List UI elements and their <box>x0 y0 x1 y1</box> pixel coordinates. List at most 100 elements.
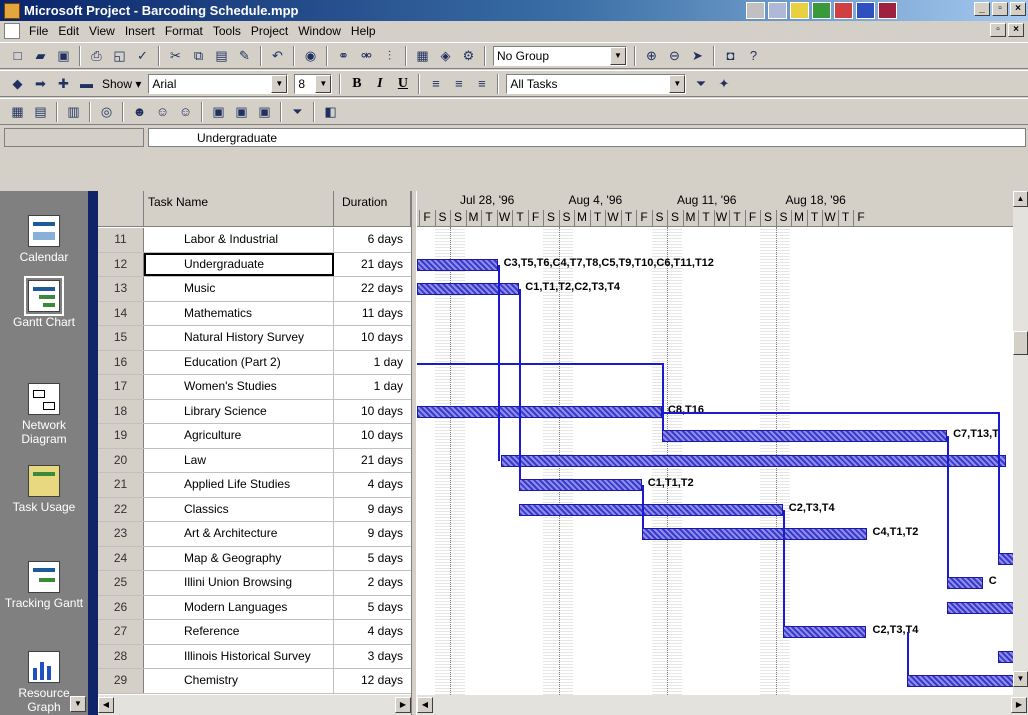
duration-cell[interactable]: 9 days <box>334 522 411 546</box>
view-network-diagram[interactable]: Network Diagram <box>0 383 88 446</box>
menu-insert[interactable]: Insert <box>120 24 160 38</box>
assign-resources-icon[interactable]: ⚙ <box>457 45 480 67</box>
task-row[interactable]: 12 Undergraduate 21 days <box>98 252 411 277</box>
row-id[interactable]: 12 <box>98 252 144 276</box>
resource-share-icon[interactable]: ☺ <box>151 101 174 123</box>
form-icon[interactable]: ▤ <box>29 101 52 123</box>
duration-cell[interactable]: 4 days <box>334 473 411 497</box>
task-row[interactable]: 20 Law 21 days <box>98 448 411 473</box>
gantt-horizontal-scrollbar[interactable]: ◀ ▶ <box>417 695 1028 715</box>
task-name-cell[interactable]: Applied Life Studies <box>144 473 334 497</box>
task-row[interactable]: 16 Education (Part 2) 1 day <box>98 350 411 375</box>
zoom-in-icon[interactable]: ⊕ <box>640 45 663 67</box>
gantt-bar[interactable] <box>500 454 1006 467</box>
task-name-cell[interactable]: Modern Languages <box>144 595 334 619</box>
app-icon[interactable] <box>834 2 853 19</box>
table-icon[interactable]: ▦ <box>6 101 29 123</box>
view-tracking-gantt[interactable]: Tracking Gantt <box>0 561 88 610</box>
task-information-icon[interactable]: ▦ <box>411 45 434 67</box>
gantt-bar[interactable] <box>906 675 1013 687</box>
duration-cell[interactable]: 6 days <box>334 228 411 252</box>
vertical-scrollbar[interactable]: ▲ ▼ <box>1013 191 1028 695</box>
scroll-up-button[interactable]: ▲ <box>1013 191 1028 207</box>
gantt-bar[interactable] <box>417 258 498 271</box>
scroll-left-button[interactable]: ◀ <box>417 697 433 713</box>
task-row[interactable]: 24 Map & Geography 5 days <box>98 546 411 571</box>
restore-button[interactable]: ▫ <box>992 2 1008 16</box>
filter-icon[interactable]: ⏷ <box>286 101 309 123</box>
duration-cell[interactable]: 11 days <box>334 302 411 326</box>
duration-cell[interactable]: 1 day <box>334 375 411 399</box>
task-row[interactable]: 26 Modern Languages 5 days <box>98 595 411 620</box>
gantt-bar[interactable] <box>519 479 642 491</box>
row-id[interactable]: 25 <box>98 571 144 595</box>
duration-cell[interactable]: 21 days <box>334 449 411 473</box>
outdent-icon[interactable]: ◆ <box>6 73 29 95</box>
align-left-icon[interactable]: ≡ <box>424 73 447 95</box>
row-id[interactable]: 22 <box>98 497 144 521</box>
chart-icon[interactable]: ▥ <box>62 101 85 123</box>
task-name-cell[interactable]: Library Science <box>144 399 334 423</box>
task-name-cell[interactable]: Reference <box>144 620 334 644</box>
task-row[interactable]: 15 Natural History Survey 10 days <box>98 326 411 351</box>
task-row[interactable]: 22 Classics 9 days <box>98 497 411 522</box>
gantt-bar[interactable] <box>417 283 520 295</box>
clear-cells-icon[interactable]: ▣ <box>253 101 276 123</box>
duration-cell[interactable]: 10 days <box>334 400 411 424</box>
task-name-cell[interactable]: Labor & Industrial <box>144 228 334 252</box>
task-name-cell[interactable]: Women's Studies <box>144 375 334 399</box>
duration-cell[interactable]: 9 days <box>334 498 411 522</box>
new-icon[interactable]: □ <box>6 45 29 67</box>
task-row[interactable]: 14 Mathematics 11 days <box>98 301 411 326</box>
view-task-usage[interactable]: Task Usage <box>0 465 88 514</box>
task-row[interactable]: 28 Illinois Historical Survey 3 days <box>98 644 411 669</box>
scroll-right-button[interactable]: ▶ <box>395 697 411 713</box>
resource-pool-icon[interactable]: ☺ <box>174 101 197 123</box>
task-name-cell[interactable]: Chemistry <box>144 669 334 693</box>
duration-cell[interactable]: 5 days <box>334 547 411 571</box>
copy-icon[interactable]: ⧉ <box>187 45 210 67</box>
autofilter-icon[interactable]: ⏷ <box>689 73 712 95</box>
gantt-bar[interactable] <box>641 528 867 540</box>
gantt-chart-wizard-icon[interactable]: ✦ <box>712 73 735 95</box>
menu-window[interactable]: Window <box>293 24 346 38</box>
menu-view[interactable]: View <box>84 24 120 38</box>
duration-cell[interactable]: 1 day <box>334 351 411 375</box>
insert-hyperlink-icon[interactable]: ◉ <box>299 45 322 67</box>
sheet-horizontal-scrollbar[interactable]: ◀ ▶ <box>98 695 411 715</box>
app-icon[interactable] <box>746 2 765 19</box>
menu-project[interactable]: Project <box>246 24 293 38</box>
task-name-cell[interactable]: Law <box>144 448 334 472</box>
copy-cells-icon[interactable]: ▣ <box>207 101 230 123</box>
document-icon[interactable] <box>4 23 20 39</box>
row-id[interactable]: 13 <box>98 277 144 301</box>
open-icon[interactable]: ▰ <box>29 45 52 67</box>
task-row[interactable]: 23 Art & Architecture 9 days <box>98 522 411 547</box>
task-name-cell[interactable]: Map & Geography <box>144 546 334 570</box>
task-row[interactable]: 11 Labor & Industrial 6 days <box>98 228 411 253</box>
group-select[interactable]: No Group ▼ <box>493 45 627 66</box>
format-painter-icon[interactable]: ✎ <box>233 45 256 67</box>
zoom-out-icon[interactable]: ⊖ <box>663 45 686 67</box>
align-center-icon[interactable]: ≡ <box>447 73 470 95</box>
task-name-cell[interactable]: Illini Union Browsing <box>144 571 334 595</box>
row-id[interactable]: 11 <box>98 228 144 252</box>
help-icon[interactable]: ? <box>742 45 765 67</box>
task-name-cell[interactable]: Music <box>144 277 334 301</box>
align-right-icon[interactable]: ≡ <box>470 73 493 95</box>
scroll-thumb[interactable] <box>1013 331 1028 355</box>
gantt-bar[interactable] <box>519 503 783 516</box>
hide-subtasks-icon[interactable]: ▬ <box>75 73 98 95</box>
paste-cells-icon[interactable]: ▣ <box>230 101 253 123</box>
row-id[interactable]: 16 <box>98 350 144 374</box>
task-name-cell[interactable]: Education (Part 2) <box>144 350 334 374</box>
chevron-down-icon[interactable]: ▼ <box>669 74 686 93</box>
paste-icon[interactable]: ▤ <box>210 45 233 67</box>
scroll-right-button[interactable]: ▶ <box>1011 697 1027 713</box>
duration-cell[interactable]: 21 days <box>334 253 411 277</box>
task-drivers-icon[interactable]: ◧ <box>319 101 342 123</box>
row-id[interactable]: 17 <box>98 375 144 399</box>
task-row[interactable]: 17 Women's Studies 1 day <box>98 375 411 400</box>
minimize-button[interactable]: _ <box>974 2 990 16</box>
task-row[interactable]: 21 Applied Life Studies 4 days <box>98 473 411 498</box>
